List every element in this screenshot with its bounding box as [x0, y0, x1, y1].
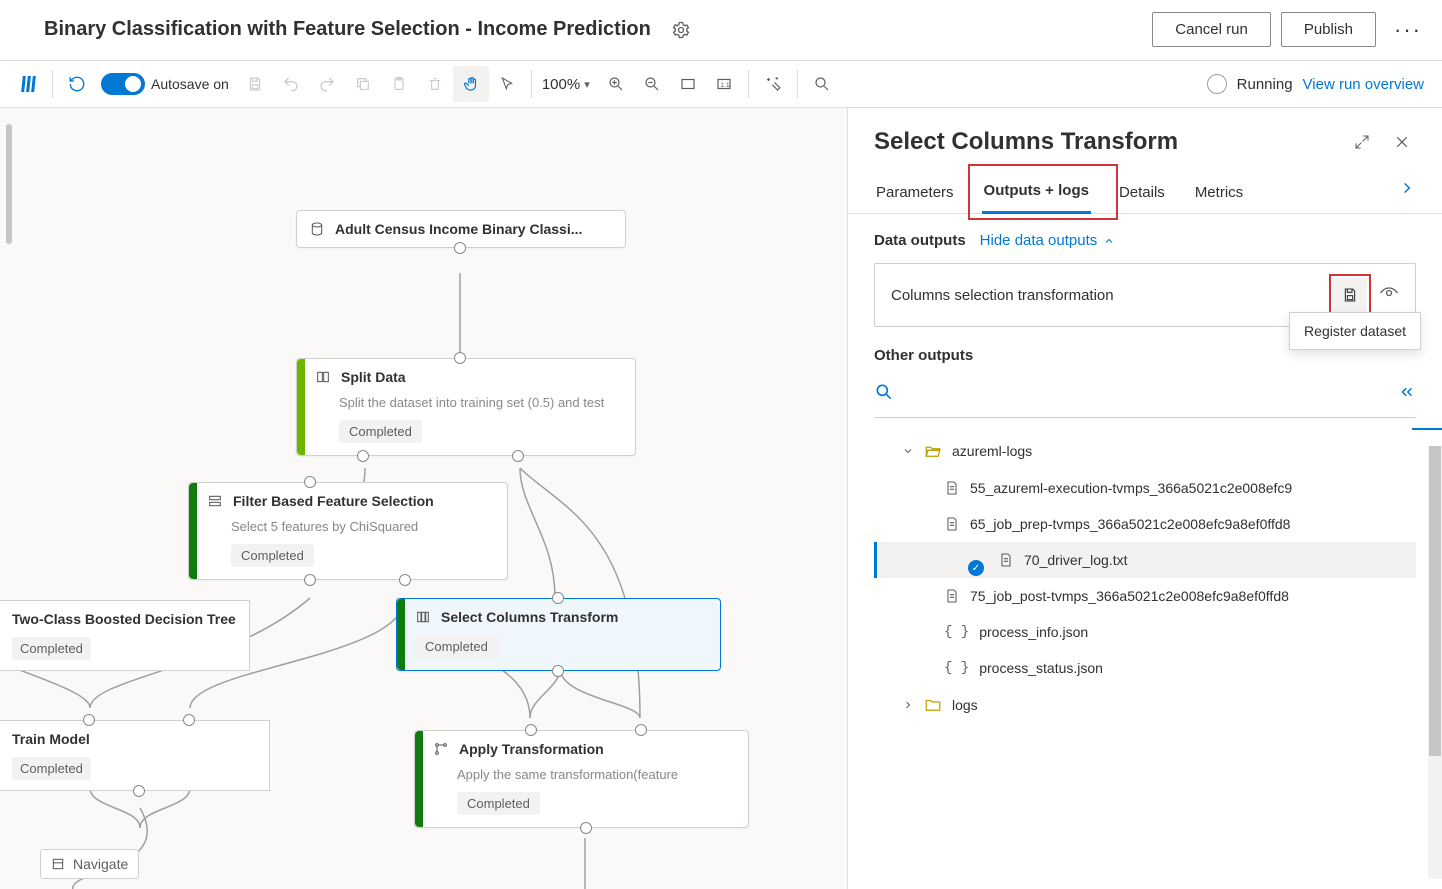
canvas-float-button[interactable]: Navigate — [40, 849, 139, 879]
transform-icon — [433, 741, 449, 757]
view-run-overview-link[interactable]: View run overview — [1303, 76, 1424, 93]
status-badge: Completed — [339, 420, 422, 443]
zoom-level[interactable]: 100% — [542, 76, 580, 93]
register-dataset-icon[interactable] — [1333, 278, 1367, 312]
split-icon — [315, 369, 331, 385]
search-icon[interactable] — [874, 382, 894, 407]
tab-details[interactable]: Details — [1117, 176, 1167, 213]
tab-outputs-logs[interactable]: Outputs + logs — [982, 174, 1091, 214]
actual-size-icon[interactable]: 1:1 — [706, 66, 742, 102]
filter-icon — [207, 493, 223, 509]
braces-icon: { } — [944, 660, 969, 676]
check-icon: ✓ — [968, 560, 984, 576]
publish-button[interactable]: Publish — [1281, 12, 1376, 47]
library-icon[interactable] — [10, 66, 46, 102]
zoom-in-icon[interactable] — [598, 66, 634, 102]
undo-icon — [273, 66, 309, 102]
node-title: Filter Based Feature Selection — [233, 493, 434, 509]
tooltip-register-dataset: Register dataset — [1289, 312, 1421, 350]
paste-icon — [381, 66, 417, 102]
database-icon — [309, 221, 325, 237]
fit-screen-icon[interactable] — [670, 66, 706, 102]
node-split-data[interactable]: Split Data Split the dataset into traini… — [296, 358, 636, 456]
svg-text:1:1: 1:1 — [720, 82, 730, 89]
data-output-row: Columns selection transformation Registe… — [874, 263, 1416, 327]
cancel-run-button[interactable]: Cancel run — [1152, 12, 1271, 47]
columns-icon — [415, 609, 431, 625]
zoom-out-icon[interactable] — [634, 66, 670, 102]
tree-file[interactable]: { } process_info.json — [874, 614, 1416, 650]
folder-icon — [924, 696, 942, 714]
panel-scrollbar[interactable] — [1428, 446, 1442, 879]
pipeline-canvas[interactable]: Adult Census Income Binary Classi... Spl… — [0, 108, 847, 889]
node-title: Two-Class Boosted Decision Tree — [0, 601, 249, 637]
tree-file[interactable]: { } process_status.json — [874, 650, 1416, 686]
node-title: Split Data — [341, 369, 406, 385]
node-subtitle: Split the dataset into training set (0.5… — [297, 395, 635, 420]
expand-icon[interactable] — [1348, 128, 1376, 156]
node-title: Train Model — [0, 721, 269, 757]
node-title: Apply Transformation — [459, 741, 604, 757]
tree-file-selected[interactable]: ✓ 70_driver_log.txt — [874, 542, 1416, 578]
hand-pan-icon[interactable] — [453, 66, 489, 102]
node-subtitle: Select 5 features by ChiSquared — [189, 519, 507, 544]
data-outputs-label: Data outputs — [874, 232, 966, 249]
file-icon — [998, 552, 1014, 568]
autosave-toggle[interactable] — [101, 73, 145, 95]
tree-folder[interactable]: logs — [874, 686, 1416, 724]
status-badge: Completed — [415, 635, 498, 658]
tree-file[interactable]: 65_job_prep-tvmps_366a5021c2e008efc9a8ef… — [874, 506, 1416, 542]
node-subtitle: Apply the same transformation(feature — [415, 767, 748, 792]
canvas-scrollbar[interactable] — [6, 124, 12, 244]
braces-icon: { } — [944, 624, 969, 640]
output-name: Columns selection transformation — [891, 287, 1114, 304]
save-icon — [237, 66, 273, 102]
node-select-columns-transform[interactable]: Select Columns Transform Completed — [396, 598, 721, 671]
file-icon — [944, 588, 960, 604]
hide-data-outputs-link[interactable]: Hide data outputs — [980, 232, 1116, 249]
autosave-label: Autosave on — [151, 76, 229, 92]
status-badge: Completed — [457, 792, 540, 815]
chevron-right-icon — [902, 699, 914, 711]
file-icon — [944, 480, 960, 496]
tab-metrics[interactable]: Metrics — [1193, 176, 1245, 213]
more-icon[interactable]: ··· — [1394, 17, 1422, 43]
chevron-down-icon — [902, 445, 914, 457]
node-filter-feature-selection[interactable]: Filter Based Feature Selection Select 5 … — [188, 482, 508, 580]
delete-icon — [417, 66, 453, 102]
cursor-icon[interactable] — [489, 66, 525, 102]
status-running-icon — [1207, 74, 1227, 94]
close-icon[interactable] — [1388, 128, 1416, 156]
tree-file[interactable]: 55_azureml-execution-tvmps_366a5021c2e00… — [874, 470, 1416, 506]
redo-icon — [309, 66, 345, 102]
node-title: Select Columns Transform — [441, 609, 618, 625]
page-title: Binary Classification with Feature Selec… — [44, 18, 651, 41]
panel-title: Select Columns Transform — [874, 128, 1336, 156]
status-badge: Completed — [231, 544, 314, 567]
magic-icon[interactable] — [755, 66, 791, 102]
gear-icon[interactable] — [671, 20, 691, 40]
chevron-right-icon[interactable] — [1398, 179, 1416, 213]
node-title: Adult Census Income Binary Classi... — [335, 221, 582, 237]
node-apply-transformation[interactable]: Apply Transformation Apply the same tran… — [414, 730, 749, 828]
folder-open-icon — [924, 442, 942, 460]
collapse-all-icon[interactable] — [1398, 383, 1416, 406]
search-icon[interactable] — [804, 66, 840, 102]
tab-parameters[interactable]: Parameters — [874, 176, 956, 213]
status-badge: Completed — [12, 637, 91, 660]
copy-icon — [345, 66, 381, 102]
status-running-label: Running — [1237, 76, 1293, 93]
refresh-icon[interactable] — [59, 66, 95, 102]
preview-icon[interactable] — [1379, 283, 1399, 308]
chevron-down-icon[interactable]: ▾ — [584, 78, 590, 91]
file-icon — [944, 516, 960, 532]
node-two-class-boosted-tree[interactable]: Two-Class Boosted Decision Tree Complete… — [0, 600, 250, 671]
tree-folder[interactable]: azureml-logs — [874, 432, 1416, 470]
status-badge: Completed — [12, 757, 91, 780]
node-dataset[interactable]: Adult Census Income Binary Classi... — [296, 210, 626, 248]
tree-file[interactable]: 75_job_post-tvmps_366a5021c2e008efc9a8ef… — [874, 578, 1416, 614]
node-train-model[interactable]: Train Model Completed — [0, 720, 270, 791]
